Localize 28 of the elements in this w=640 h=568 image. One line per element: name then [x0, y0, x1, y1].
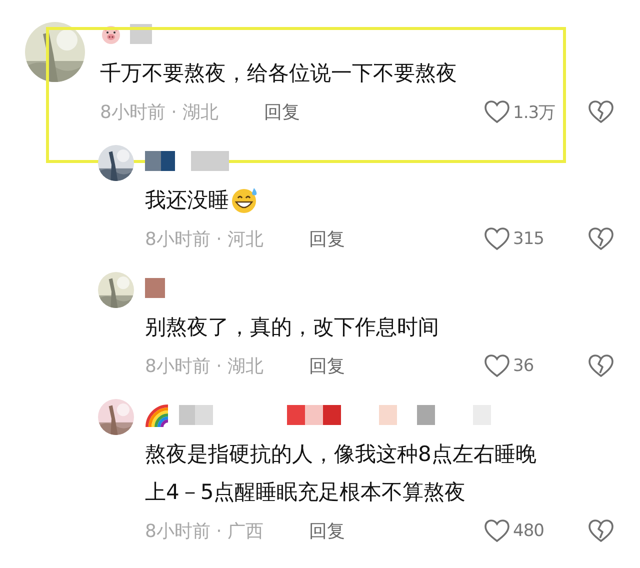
heart-icon [484, 519, 510, 543]
time-location: 8小时前 · 河北 [145, 228, 265, 251]
reply-link[interactable]: 回复 [309, 227, 345, 251]
time-location: 8小时前 · 湖北 [100, 101, 220, 124]
time-location: 8小时前 · 湖北 [145, 355, 265, 378]
grinning-sweat-icon [231, 186, 259, 214]
broken-heart-icon [588, 227, 614, 251]
broken-heart-icon [588, 100, 614, 124]
broken-heart-icon [588, 354, 614, 378]
heart-icon [484, 100, 510, 124]
pig-face-icon [100, 23, 122, 45]
rainbow-icon [145, 402, 171, 428]
broken-heart-icon [588, 519, 614, 543]
comment-text: 千万不要熬夜，给各位说一下不要熬夜 [100, 60, 457, 87]
blurred-name [145, 278, 165, 298]
reply-link[interactable]: 回复 [309, 519, 345, 543]
reply-link[interactable]: 回复 [309, 354, 345, 378]
heart-icon [484, 227, 510, 251]
comment-text: 熬夜是指硬抗的人，像我这种8点左右睡晚上4－5点醒睡眠充足根本不算熬夜 [145, 441, 538, 506]
heart-icon [484, 354, 510, 378]
comment-text: 别熬夜了，真的，改下作息时间 [145, 314, 439, 341]
like-count: 315 [513, 229, 544, 249]
like-count: 480 [513, 521, 544, 541]
time-location: 8小时前 · 广西 [145, 520, 265, 543]
comment-text: 我还没睡 [145, 187, 229, 214]
reply-link[interactable]: 回复 [264, 100, 300, 124]
like-count: 1.3万 [513, 102, 556, 124]
like-count: 36 [513, 356, 534, 376]
